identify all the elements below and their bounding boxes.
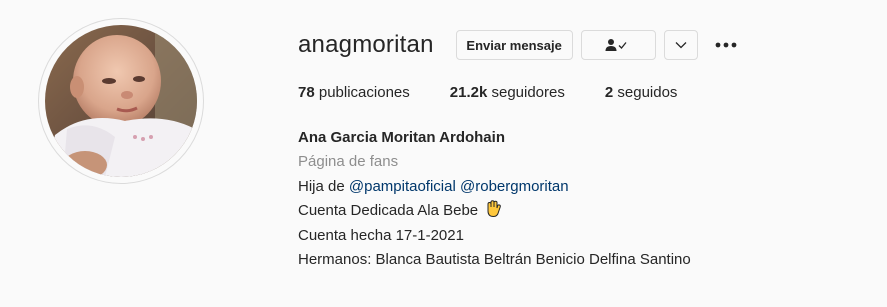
following-button[interactable] [580,30,656,60]
full-name: Ana Garcia Moritan Ardohain [298,129,505,146]
posts-count: 78 [298,84,315,101]
more-dots-icon [715,42,737,48]
followers-label: seguidores [491,84,565,101]
bio-line-created: Cuenta hecha 17-1-2021 [298,226,464,244]
bio-line-dedicated: Cuenta Dedicada Ala Bebe [298,199,691,223]
username: anagmoritan [298,31,434,58]
mention-link-robergmoritan[interactable]: @robergmoritan [460,178,569,195]
avatar-image [45,25,197,177]
raised-hands-emoji [487,200,502,218]
category-label: Página de fans [298,153,399,171]
mention-link-pampitaoficial[interactable]: @pampitaoficial [349,178,456,195]
bio-line-parents: Hija de @pampitaoficial @robergmoritan [298,175,691,199]
profile-bio: Ana Garcia Moritan Ardohain Página de fa… [298,126,691,272]
suggestions-dropdown-button[interactable] [663,30,698,60]
bio-line-prefix: Hija de [298,177,345,195]
following-stat[interactable]: 2 seguidos [605,84,678,101]
followers-count: 21.2k [449,84,488,101]
options-button[interactable] [714,33,738,57]
profile-header: anagmoritan Enviar mensaje [298,28,738,62]
bio-line-siblings: Hermanos: Blanca Bautista Beltrán Benici… [298,251,691,269]
posts-stat: 78 publicaciones [298,84,410,101]
profile-stats: 78 publicaciones 21.2k seguidores 2 segu… [298,84,717,101]
following-label: seguidos [617,84,678,101]
person-check-icon [605,39,627,51]
send-message-button[interactable]: Enviar mensaje [455,30,573,60]
bio-line-text: Cuenta Dedicada Ala Bebe [298,202,479,220]
followers-stat[interactable]: 21.2k seguidores [450,84,565,101]
following-count: 2 [604,84,614,101]
posts-label: publicaciones [318,84,410,101]
profile-page: anagmoritan Enviar mensaje 78 publicacio… [0,0,887,307]
chevron-down-icon [675,42,687,49]
avatar[interactable] [38,18,204,184]
